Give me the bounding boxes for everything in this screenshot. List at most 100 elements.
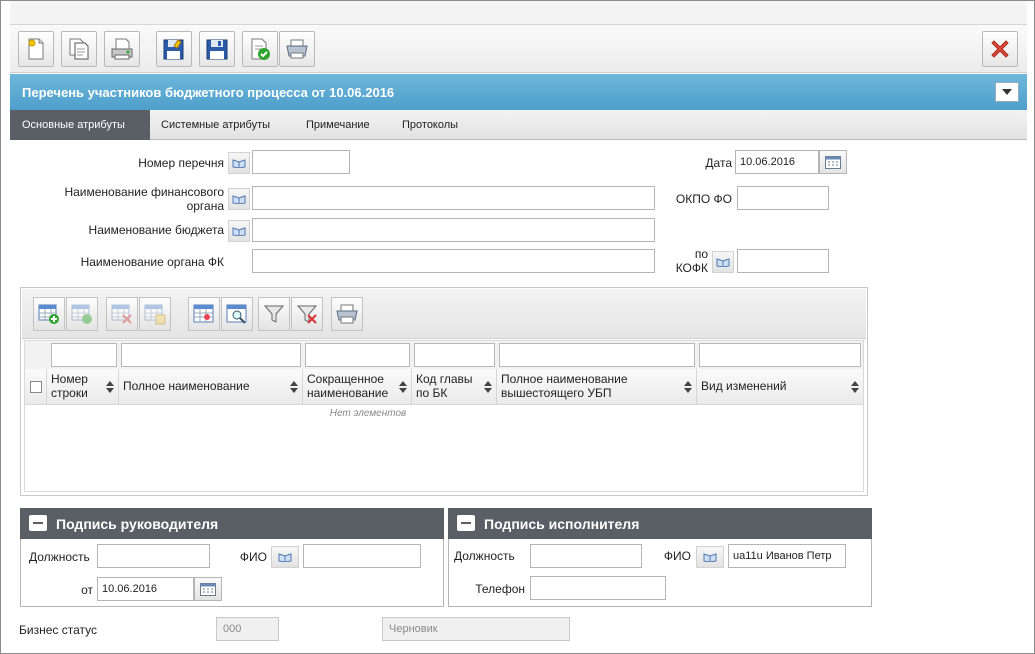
- document-title: Перечень участников бюджетного процесса …: [22, 85, 395, 100]
- print-document-button[interactable]: [104, 31, 140, 67]
- grid-print-button[interactable]: [331, 297, 363, 331]
- column-full-name[interactable]: Полное наименование: [119, 369, 303, 405]
- filter-chapter-code[interactable]: [414, 343, 495, 367]
- title-dropdown-button[interactable]: [995, 82, 1019, 102]
- tab-note[interactable]: Примечание: [306, 110, 386, 140]
- column-change-type[interactable]: Вид изменений: [697, 369, 863, 405]
- approve-document-icon: [251, 38, 270, 60]
- executor-signature-title: Подпись исполнителя: [484, 516, 640, 532]
- kofk-label: по КОФК: [661, 247, 708, 275]
- column-chapter-code[interactable]: Код главы по БК: [412, 369, 497, 405]
- grid-filter-button[interactable]: [258, 297, 290, 331]
- filter-row-number[interactable]: [51, 343, 117, 367]
- head-signature-header[interactable]: Подпись руководителя: [20, 508, 444, 539]
- copy-row-icon: [144, 304, 166, 325]
- head-from-date-input[interactable]: [97, 577, 194, 601]
- tab-main-attributes[interactable]: Основные атрибуты: [10, 110, 150, 140]
- tab-protocols[interactable]: Протоколы: [402, 110, 482, 140]
- save-button[interactable]: [199, 31, 235, 67]
- document-window: Перечень участников бюджетного процесса …: [0, 0, 1035, 654]
- sort-icon: [484, 381, 492, 393]
- window-top-strip: [10, 1, 1027, 25]
- calendar-icon: [825, 156, 841, 169]
- book-icon: [703, 553, 717, 562]
- column-row-number[interactable]: Номер строки: [47, 369, 119, 405]
- save-as-button[interactable]: [156, 31, 192, 67]
- print-grid-icon: [336, 304, 358, 324]
- exec-position-input[interactable]: [530, 544, 642, 568]
- new-document-icon: [28, 38, 44, 60]
- business-status-name: Черновик: [382, 617, 570, 641]
- kofk-label-line1: по: [694, 247, 708, 261]
- grid-search-button[interactable]: [221, 297, 253, 331]
- approve-document-button[interactable]: [242, 31, 278, 67]
- grid-clear-filter-button[interactable]: [291, 297, 323, 331]
- executor-signature-header[interactable]: Подпись исполнителя: [448, 508, 872, 539]
- grid-add-button[interactable]: [33, 297, 65, 331]
- budget-lookup-button[interactable]: [228, 220, 250, 242]
- kofk-input[interactable]: [737, 249, 829, 273]
- fk-input[interactable]: [252, 249, 655, 273]
- chevron-down-icon: [1002, 89, 1012, 95]
- exec-fio-lookup-button[interactable]: [696, 546, 724, 568]
- new-document-button[interactable]: [18, 31, 54, 67]
- filter-change-type[interactable]: [699, 343, 861, 367]
- book-icon: [232, 227, 246, 236]
- budget-input[interactable]: [252, 218, 655, 242]
- sort-icon: [290, 381, 298, 393]
- head-fio-lookup-button[interactable]: [271, 546, 299, 568]
- column-short-name[interactable]: Сокращенное наименование: [303, 369, 412, 405]
- select-all-checkbox[interactable]: [30, 381, 42, 393]
- exec-phone-input[interactable]: [530, 576, 666, 600]
- tab-bar: Основные атрибуты Системные атрибуты При…: [10, 110, 1027, 140]
- exec-fio-input[interactable]: [728, 544, 846, 568]
- list-number-lookup-button[interactable]: [228, 152, 250, 174]
- fin-org-label: Наименование финансового органа: [31, 185, 224, 213]
- date-calendar-button[interactable]: [819, 150, 847, 174]
- date-input[interactable]: [735, 150, 819, 174]
- print-button[interactable]: [279, 31, 315, 67]
- filter-short-name[interactable]: [305, 343, 410, 367]
- filter-icon: [263, 305, 285, 323]
- save-icon: [206, 39, 228, 60]
- grid-delete-button[interactable]: [106, 297, 138, 331]
- grid-body: Номер строки Полное наименование Сокраще…: [24, 340, 864, 492]
- fin-org-lookup-button[interactable]: [228, 188, 250, 210]
- kofk-label-line2: КОФК: [675, 261, 708, 275]
- book-icon: [716, 258, 730, 267]
- edit-row-icon: [71, 304, 92, 324]
- grid-filter-row: [25, 341, 863, 369]
- copy-document-button[interactable]: [61, 31, 97, 67]
- book-icon: [232, 195, 246, 204]
- head-position-input[interactable]: [97, 544, 210, 568]
- head-from-calendar-button[interactable]: [194, 577, 222, 601]
- grid-edit-button[interactable]: [66, 297, 98, 331]
- close-button[interactable]: [982, 31, 1018, 67]
- close-icon: [991, 40, 1009, 58]
- column-parent-name-line1: Полное наименование: [501, 372, 628, 386]
- main-toolbar: [10, 25, 1027, 73]
- collapse-icon[interactable]: [457, 515, 475, 531]
- fin-org-input[interactable]: [252, 186, 655, 210]
- okpo-input[interactable]: [737, 186, 829, 210]
- budget-label: Наименование бюджета: [88, 223, 224, 237]
- filter-parent-name[interactable]: [499, 343, 695, 367]
- book-icon: [232, 159, 246, 168]
- delete-row-icon: [111, 304, 132, 324]
- collapse-icon[interactable]: [29, 515, 47, 531]
- fin-org-label-line2: органа: [186, 199, 224, 213]
- list-number-input[interactable]: [252, 150, 350, 174]
- tab-system-attributes[interactable]: Системные атрибуты: [161, 110, 286, 140]
- head-fio-input[interactable]: [303, 544, 421, 568]
- kofk-lookup-button[interactable]: [712, 251, 734, 273]
- grid-settings-button[interactable]: [188, 297, 220, 331]
- filter-full-name[interactable]: [121, 343, 301, 367]
- sort-icon: [684, 381, 692, 393]
- select-all-cell: [25, 369, 47, 405]
- column-parent-name[interactable]: Полное наименование вышестоящего УБП: [497, 369, 697, 405]
- grid-copy-button[interactable]: [139, 297, 171, 331]
- column-short-name-line2: наименование: [307, 386, 389, 400]
- exec-phone-label: Телефон: [475, 582, 525, 596]
- grid-empty-message: Нет элементов: [329, 408, 407, 419]
- exec-fio-label: ФИО: [663, 549, 691, 563]
